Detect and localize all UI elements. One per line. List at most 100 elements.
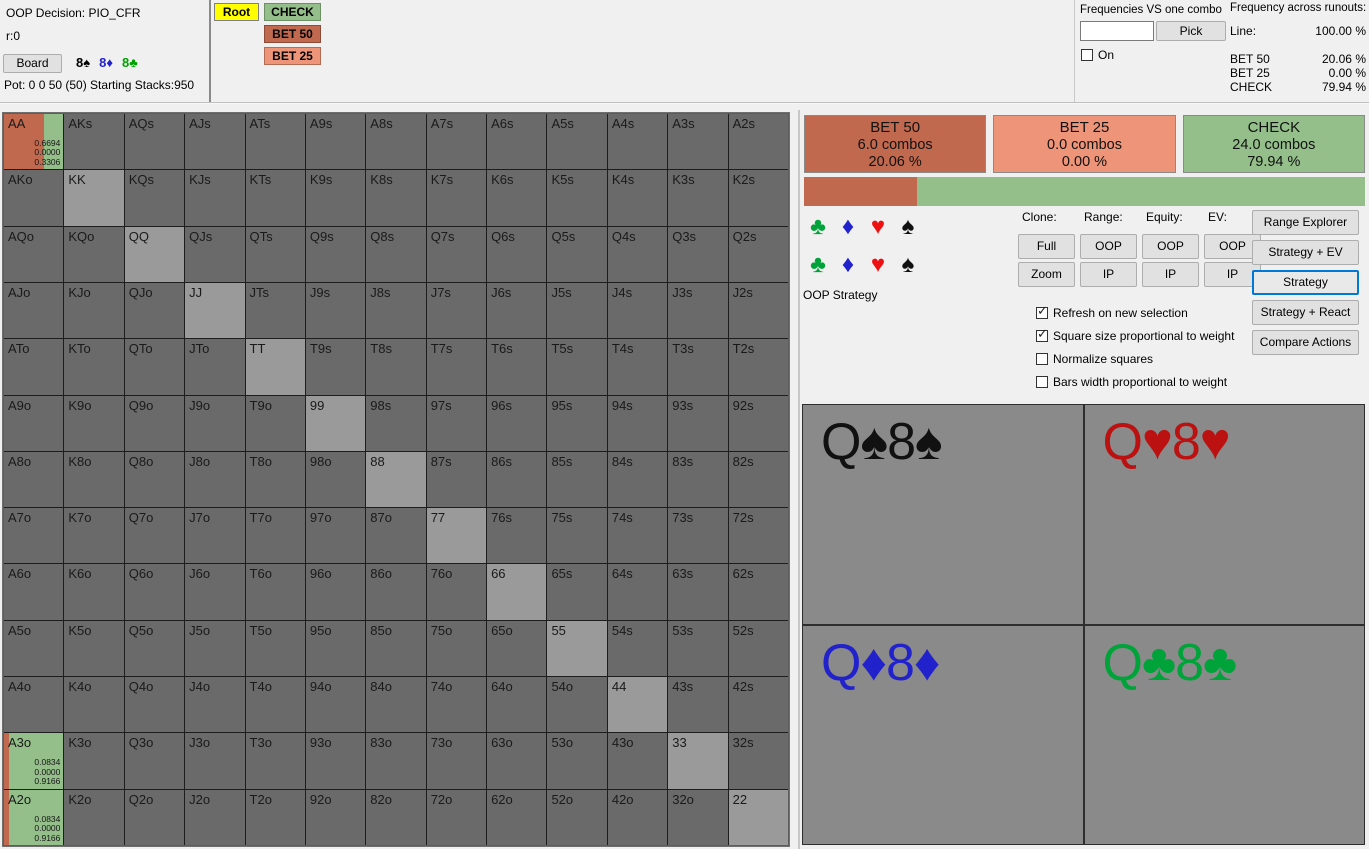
- matrix-cell-93o[interactable]: 93o: [305, 733, 366, 789]
- matrix-cell-A8s[interactable]: A8s: [366, 114, 426, 170]
- matrix-cell-J8s[interactable]: J8s: [366, 282, 426, 339]
- matrix-cell-94o[interactable]: 94o: [305, 677, 366, 733]
- view-button-range-explorer[interactable]: Range Explorer: [1252, 210, 1359, 235]
- club-icon[interactable]: ♣: [803, 210, 833, 244]
- matrix-cell-42o[interactable]: 42o: [607, 789, 668, 845]
- matrix-cell-Q8o[interactable]: Q8o: [124, 451, 185, 508]
- matrix-cell-T9s[interactable]: T9s: [305, 339, 366, 395]
- matrix-cell-82s[interactable]: 82s: [728, 451, 788, 508]
- matrix-cell-54o[interactable]: 54o: [547, 677, 607, 733]
- matrix-cell-65s[interactable]: 65s: [547, 564, 607, 620]
- matrix-cell-76s[interactable]: 76s: [487, 508, 547, 564]
- action-box-check[interactable]: CHECK 24.0 combos 79.94 %: [1182, 115, 1365, 173]
- matrix-cell-J6o[interactable]: J6o: [185, 564, 245, 620]
- club-icon[interactable]: ♣: [803, 248, 833, 282]
- matrix-cell-A4o[interactable]: A4o: [4, 677, 64, 733]
- matrix-cell-43s[interactable]: 43s: [668, 677, 728, 733]
- matrix-cell-88[interactable]: 88: [366, 451, 426, 508]
- matrix-cell-J4o[interactable]: J4o: [185, 677, 245, 733]
- matrix-cell-76o[interactable]: 76o: [426, 564, 487, 620]
- heart-icon[interactable]: ♥: [863, 248, 893, 282]
- matrix-cell-T7o[interactable]: T7o: [245, 508, 305, 564]
- matrix-cell-Q2s[interactable]: Q2s: [728, 226, 788, 282]
- matrix-cell-J7o[interactable]: J7o: [185, 508, 245, 564]
- matrix-cell-K3o[interactable]: K3o: [64, 733, 124, 789]
- matrix-cell-QTs[interactable]: QTs: [245, 226, 305, 282]
- matrix-cell-K3s[interactable]: K3s: [668, 170, 728, 226]
- matrix-cell-J2s[interactable]: J2s: [728, 282, 788, 339]
- matrix-cell-99[interactable]: 99: [305, 395, 366, 451]
- matrix-cell-94s[interactable]: 94s: [607, 395, 668, 451]
- matrix-cell-K4o[interactable]: K4o: [64, 677, 124, 733]
- matrix-cell-98s[interactable]: 98s: [366, 395, 426, 451]
- matrix-cell-83s[interactable]: 83s: [668, 451, 728, 508]
- control-button-r0-c1[interactable]: OOP: [1080, 234, 1137, 259]
- matrix-cell-42s[interactable]: 42s: [728, 677, 788, 733]
- matrix-cell-96s[interactable]: 96s: [487, 395, 547, 451]
- matrix-cell-T6s[interactable]: T6s: [487, 339, 547, 395]
- matrix-cell-Q3o[interactable]: Q3o: [124, 733, 185, 789]
- matrix-cell-T3s[interactable]: T3s: [668, 339, 728, 395]
- matrix-cell-98o[interactable]: 98o: [305, 451, 366, 508]
- heart-icon[interactable]: ♥: [863, 210, 893, 244]
- matrix-cell-KTo[interactable]: KTo: [64, 339, 124, 395]
- control-button-r0-c2[interactable]: OOP: [1142, 234, 1199, 259]
- matrix-cell-T2o[interactable]: T2o: [245, 789, 305, 845]
- control-button-r1-c2[interactable]: IP: [1142, 262, 1199, 287]
- matrix-cell-Q5s[interactable]: Q5s: [547, 226, 607, 282]
- control-button-r1-c1[interactable]: IP: [1080, 262, 1137, 287]
- view-button-strategy-ev[interactable]: Strategy + EV: [1252, 240, 1359, 265]
- matrix-cell-A3s[interactable]: A3s: [668, 114, 728, 170]
- combo-card-quadrant-3[interactable]: Q♦8♦: [803, 625, 1083, 844]
- matrix-cell-77[interactable]: 77: [426, 508, 487, 564]
- matrix-cell-T7s[interactable]: T7s: [426, 339, 487, 395]
- matrix-cell-KTs[interactable]: KTs: [245, 170, 305, 226]
- matrix-cell-84o[interactable]: 84o: [366, 677, 426, 733]
- matrix-cell-T2s[interactable]: T2s: [728, 339, 788, 395]
- matrix-cell-Q5o[interactable]: Q5o: [124, 620, 185, 677]
- matrix-cell-52s[interactable]: 52s: [728, 620, 788, 677]
- option-checkbox-3[interactable]: [1036, 376, 1048, 388]
- matrix-cell-KJs[interactable]: KJs: [185, 170, 245, 226]
- matrix-cell-73s[interactable]: 73s: [668, 508, 728, 564]
- matrix-cell-K4s[interactable]: K4s: [607, 170, 668, 226]
- matrix-cell-97s[interactable]: 97s: [426, 395, 487, 451]
- view-button-compare-actions[interactable]: Compare Actions: [1252, 330, 1359, 355]
- matrix-cell-A5o[interactable]: A5o: [4, 620, 64, 677]
- tree-node-bet50[interactable]: BET 50: [264, 25, 321, 43]
- matrix-cell-A2s[interactable]: A2s: [728, 114, 788, 170]
- matrix-cell-TT[interactable]: TT: [245, 339, 305, 395]
- matrix-cell-63o[interactable]: 63o: [487, 733, 547, 789]
- matrix-cell-A9o[interactable]: A9o: [4, 395, 64, 451]
- matrix-cell-T8s[interactable]: T8s: [366, 339, 426, 395]
- option-checkbox-0[interactable]: [1036, 304, 1048, 319]
- matrix-cell-K7o[interactable]: K7o: [64, 508, 124, 564]
- matrix-cell-54s[interactable]: 54s: [607, 620, 668, 677]
- matrix-cell-J6s[interactable]: J6s: [487, 282, 547, 339]
- matrix-cell-92o[interactable]: 92o: [305, 789, 366, 845]
- matrix-cell-73o[interactable]: 73o: [426, 733, 487, 789]
- matrix-cell-A9s[interactable]: A9s: [305, 114, 366, 170]
- matrix-cell-Q2o[interactable]: Q2o: [124, 789, 185, 845]
- option-checkbox-1[interactable]: [1036, 327, 1048, 342]
- matrix-cell-T5s[interactable]: T5s: [547, 339, 607, 395]
- control-button-r1-c0[interactable]: Zoom: [1018, 262, 1075, 287]
- matrix-cell-J3o[interactable]: J3o: [185, 733, 245, 789]
- matrix-cell-JJ[interactable]: JJ: [185, 282, 245, 339]
- option-row-1[interactable]: Square size proportional to weight: [1036, 327, 1234, 352]
- matrix-cell-86s[interactable]: 86s: [487, 451, 547, 508]
- view-button-strategy[interactable]: Strategy: [1252, 270, 1359, 295]
- matrix-cell-AJo[interactable]: AJo: [4, 282, 64, 339]
- matrix-cell-T3o[interactable]: T3o: [245, 733, 305, 789]
- matrix-cell-AKo[interactable]: AKo: [4, 170, 64, 226]
- matrix-cell-Q9s[interactable]: Q9s: [305, 226, 366, 282]
- on-checkbox-row[interactable]: On: [1081, 48, 1114, 62]
- matrix-cell-32s[interactable]: 32s: [728, 733, 788, 789]
- matrix-cell-QJo[interactable]: QJo: [124, 282, 185, 339]
- matrix-cell-Q3s[interactable]: Q3s: [668, 226, 728, 282]
- matrix-cell-74o[interactable]: 74o: [426, 677, 487, 733]
- matrix-cell-J4s[interactable]: J4s: [607, 282, 668, 339]
- matrix-cell-A2o[interactable]: 0.0834 0.0000 0.9166 A2o: [4, 789, 64, 845]
- matrix-cell-K6s[interactable]: K6s: [487, 170, 547, 226]
- matrix-cell-AQo[interactable]: AQo: [4, 226, 64, 282]
